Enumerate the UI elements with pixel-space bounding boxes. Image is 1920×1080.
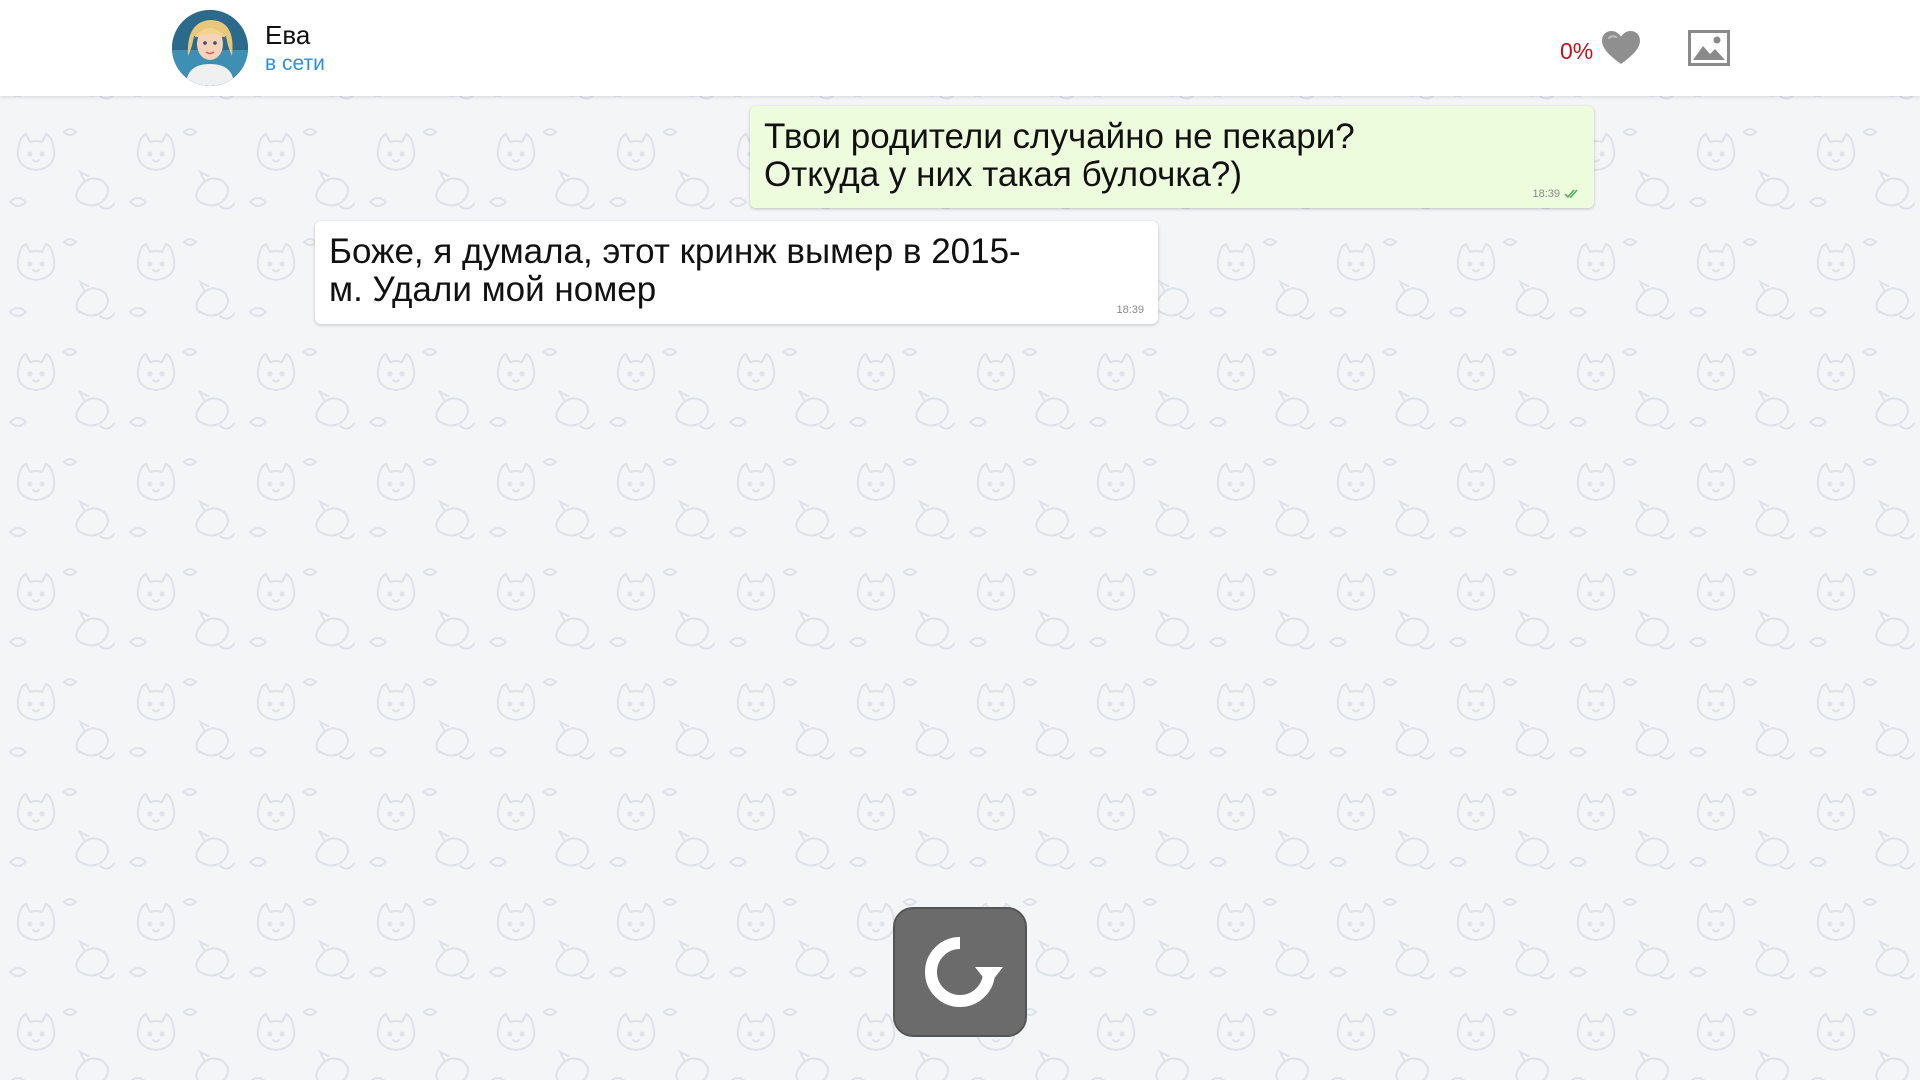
avatar[interactable] — [172, 10, 248, 86]
contact-status: в сети — [265, 52, 325, 75]
affection-meter: 0% — [1560, 28, 1641, 68]
message-meta: 18:39 — [1532, 188, 1580, 200]
message-text: Боже, я думала, этот кринж вымер в 2015-… — [329, 232, 1021, 309]
chat-header: Ева в сети 0% — [0, 0, 1920, 96]
affection-value: 0% — [1560, 37, 1594, 64]
double-check-icon — [1564, 189, 1578, 199]
avatar-photo — [172, 10, 248, 86]
contact-name: Ева — [265, 20, 311, 50]
message-incoming: Боже, я думала, этот кринж вымер в 2015-… — [315, 221, 1158, 324]
message-time: 18:39 — [1532, 188, 1560, 200]
message-time: 18:39 — [1116, 304, 1144, 316]
replay-button[interactable] — [893, 907, 1027, 1037]
replay-icon — [925, 937, 1003, 1007]
message-meta: 18:39 — [1116, 304, 1144, 316]
heart-icon — [1602, 31, 1641, 64]
message-outgoing: Твои родители случайно не пекари? Откуда… — [750, 106, 1594, 208]
message-text: Твои родители случайно не пекари? Откуда… — [764, 117, 1355, 194]
image-icon — [1688, 30, 1730, 66]
gallery-button[interactable] — [1688, 30, 1730, 66]
